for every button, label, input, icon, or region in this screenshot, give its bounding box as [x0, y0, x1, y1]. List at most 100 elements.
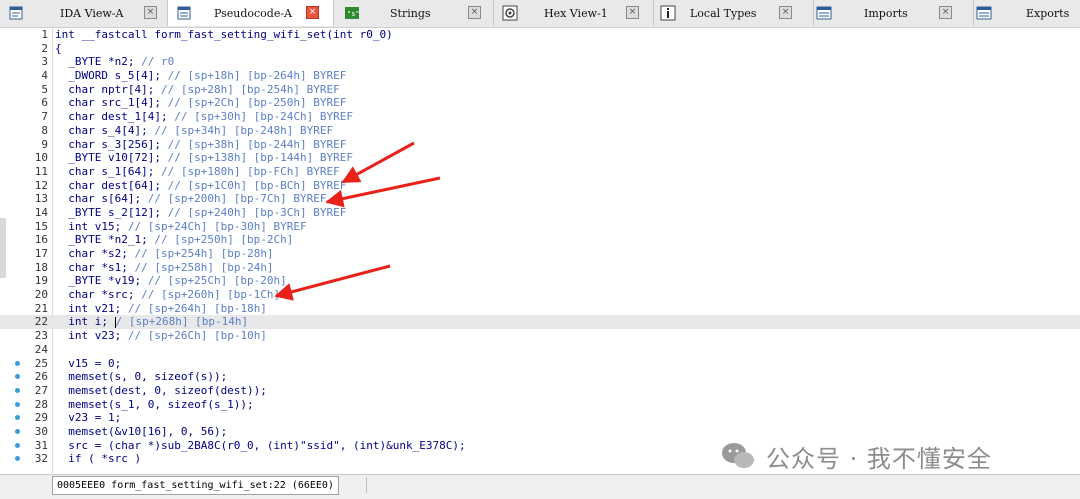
imports-icon [816, 6, 832, 20]
code-line[interactable]: 29 v23 = 1; [0, 411, 1080, 425]
code-line[interactable]: 23 int v23; // [sp+26Ch] [bp-10h] [0, 329, 1080, 343]
close-icon[interactable]: × [939, 6, 952, 19]
tab-pseudocode-a[interactable]: Pseudocode-A × [168, 0, 334, 26]
code-line[interactable]: 7 char dest_1[4]; // [sp+30h] [bp-24Ch] … [0, 110, 1080, 124]
close-icon[interactable]: × [468, 6, 481, 19]
line-number: 26 [34, 370, 48, 384]
code-line[interactable]: 24 [0, 343, 1080, 357]
code-line[interactable]: 20 char *src; // [sp+260h] [bp-1Ch] [0, 288, 1080, 302]
code-text: _BYTE s_2[12]; // [sp+240h] [bp-3Ch] BYR… [55, 205, 347, 219]
close-icon[interactable]: × [779, 6, 792, 19]
code-text: char nptr[4]; // [sp+28h] [bp-254h] BYRE… [55, 82, 340, 96]
line-number: 24 [34, 342, 48, 356]
code-line[interactable]: 10 _BYTE v10[72]; // [sp+138h] [bp-144h]… [0, 151, 1080, 165]
tab-strings[interactable]: "s" Strings × [334, 0, 494, 26]
code-line[interactable]: 22 int i; / [sp+268h] [bp-14h] [0, 315, 1080, 330]
line-number: 21 [34, 301, 48, 315]
hex-view-icon [502, 5, 518, 21]
exports-icon [976, 6, 992, 20]
code-text: char s_3[256]; // [sp+38h] [bp-244h] BYR… [55, 137, 347, 151]
code-text: src = (char *)sub_2BA8C(r0_0, (int)"ssid… [55, 438, 466, 452]
line-number: 9 [41, 137, 48, 151]
code-line[interactable]: 9 char s_3[256]; // [sp+38h] [bp-244h] B… [0, 138, 1080, 152]
code-text: memset(s, 0, sizeof(s)); [55, 370, 228, 384]
code-text: char *src; // [sp+260h] [bp-1Ch] [55, 288, 281, 302]
line-number: 12 [34, 178, 48, 192]
code-text: char dest[64]; // [sp+1C0h] [bp-BCh] BYR… [55, 178, 347, 192]
line-number: 7 [41, 110, 48, 124]
code-line[interactable]: 28 memset(s_1, 0, sizeof(s_1)); [0, 398, 1080, 412]
code-text: char s_4[4]; // [sp+34h] [bp-248h] BYREF [55, 123, 334, 137]
line-number: 31 [34, 438, 48, 452]
local-types-icon [660, 5, 676, 21]
code-line[interactable]: 14 _BYTE s_2[12]; // [sp+240h] [bp-3Ch] … [0, 206, 1080, 220]
code-text: { [55, 41, 62, 55]
close-icon[interactable]: × [144, 6, 157, 19]
tab-imports[interactable]: Imports × [814, 0, 974, 26]
tab-ida-view-a[interactable]: IDA View-A × [0, 0, 168, 26]
code-line[interactable]: 19 _BYTE *v19; // [sp+25Ch] [bp-20h] [0, 274, 1080, 288]
status-bar: 0005EEE0 form_fast_setting_wifi_set:22 (… [0, 474, 1080, 499]
line-number: 22 [34, 315, 48, 329]
code-line[interactable]: 4 _DWORD s_5[4]; // [sp+18h] [bp-264h] B… [0, 69, 1080, 83]
code-line[interactable]: 16 _BYTE *n2_1; // [sp+250h] [bp-2Ch] [0, 233, 1080, 247]
status-divider [366, 477, 367, 493]
code-line[interactable]: 11 char s_1[64]; // [sp+180h] [bp-FCh] B… [0, 165, 1080, 179]
close-icon[interactable]: × [626, 6, 639, 19]
pseudocode-icon [177, 6, 191, 20]
code-line[interactable]: 3 _BYTE *n2; // r0 [0, 55, 1080, 69]
line-number: 13 [34, 192, 48, 206]
line-number: 29 [34, 411, 48, 425]
line-number: 27 [34, 383, 48, 397]
code-text: v23 = 1; [55, 411, 122, 425]
code-text: _BYTE v10[72]; // [sp+138h] [bp-144h] BY… [55, 151, 354, 165]
tab-label: Imports [864, 7, 908, 20]
code-text: memset(s_1, 0, sizeof(s_1)); [55, 397, 254, 411]
code-text: char dest_1[4]; // [sp+30h] [bp-24Ch] BY… [55, 110, 354, 124]
code-text: if ( *src ) [55, 452, 142, 466]
code-line[interactable]: 17 char *s2; // [sp+254h] [bp-28h] [0, 247, 1080, 261]
code-text: _BYTE *v19; // [sp+25Ch] [bp-20h] [55, 274, 287, 288]
line-number: 2 [41, 41, 48, 55]
tab-hex-view-1[interactable]: Hex View-1 × [494, 0, 654, 26]
line-number: 14 [34, 205, 48, 219]
code-line[interactable]: 18 char *s1; // [sp+258h] [bp-24h] [0, 261, 1080, 275]
code-line[interactable]: 15 int v15; // [sp+24Ch] [bp-30h] BYREF [0, 220, 1080, 234]
code-line[interactable]: 6 char src_1[4]; // [sp+2Ch] [bp-250h] B… [0, 96, 1080, 110]
code-text: _BYTE *n2; // r0 [55, 55, 175, 69]
code-line[interactable]: 1 int __fastcall form_fast_setting_wifi_s… [0, 28, 1080, 42]
code-text: char s_1[64]; // [sp+180h] [bp-FCh] BYRE… [55, 164, 340, 178]
pseudocode-editor[interactable]: 1 int __fastcall form_fast_setting_wifi_s… [0, 27, 1080, 475]
tab-exports[interactable]: Exports [974, 0, 1080, 26]
line-number: 23 [34, 329, 48, 343]
svg-text:"s": "s" [347, 10, 360, 18]
line-number: 25 [34, 356, 48, 370]
code-line[interactable]: 5 char nptr[4]; // [sp+28h] [bp-254h] BY… [0, 83, 1080, 97]
line-number: 6 [41, 96, 48, 110]
code-text: int v15; // [sp+24Ch] [bp-30h] BYREF [55, 219, 307, 233]
code-line[interactable]: 13 char s[64]; // [sp+200h] [bp-7Ch] BYR… [0, 192, 1080, 206]
code-text: char src_1[4]; // [sp+2Ch] [bp-250h] BYR… [55, 96, 347, 110]
code-line[interactable]: 2{ [0, 42, 1080, 56]
line-number: 19 [34, 274, 48, 288]
code-line[interactable]: 25 v15 = 0; [0, 357, 1080, 371]
code-line[interactable]: 27 memset(dest, 0, sizeof(dest)); [0, 384, 1080, 398]
code-line[interactable]: 12 char dest[64]; // [sp+1C0h] [bp-BCh] … [0, 179, 1080, 193]
code-line[interactable]: 21 int v21; // [sp+264h] [bp-18h] [0, 302, 1080, 316]
close-icon[interactable]: × [306, 6, 319, 19]
tab-label: IDA View-A [60, 7, 124, 20]
code-line[interactable]: 8 char s_4[4]; // [sp+34h] [bp-248h] BYR… [0, 124, 1080, 138]
line-number: 28 [34, 397, 48, 411]
code-text: int v21; // [sp+264h] [bp-18h] [55, 301, 267, 315]
tab-label: Pseudocode-A [214, 7, 293, 20]
tab-local-types[interactable]: Local Types × [654, 0, 814, 26]
watermark: 公众号 · 我不懂安全 [720, 436, 992, 475]
line-number: 8 [41, 123, 48, 137]
wechat-icon [722, 443, 754, 468]
code-line[interactable]: 26 memset(s, 0, sizeof(s)); [0, 370, 1080, 384]
tab-label: Local Types [690, 7, 757, 20]
line-number: 20 [34, 288, 48, 302]
line-number: 3 [41, 55, 48, 69]
code-view[interactable]: 1 int __fastcall form_fast_setting_wifi_s… [0, 28, 1080, 466]
code-text: _DWORD s_5[4]; // [sp+18h] [bp-264h] BYR… [55, 69, 347, 83]
